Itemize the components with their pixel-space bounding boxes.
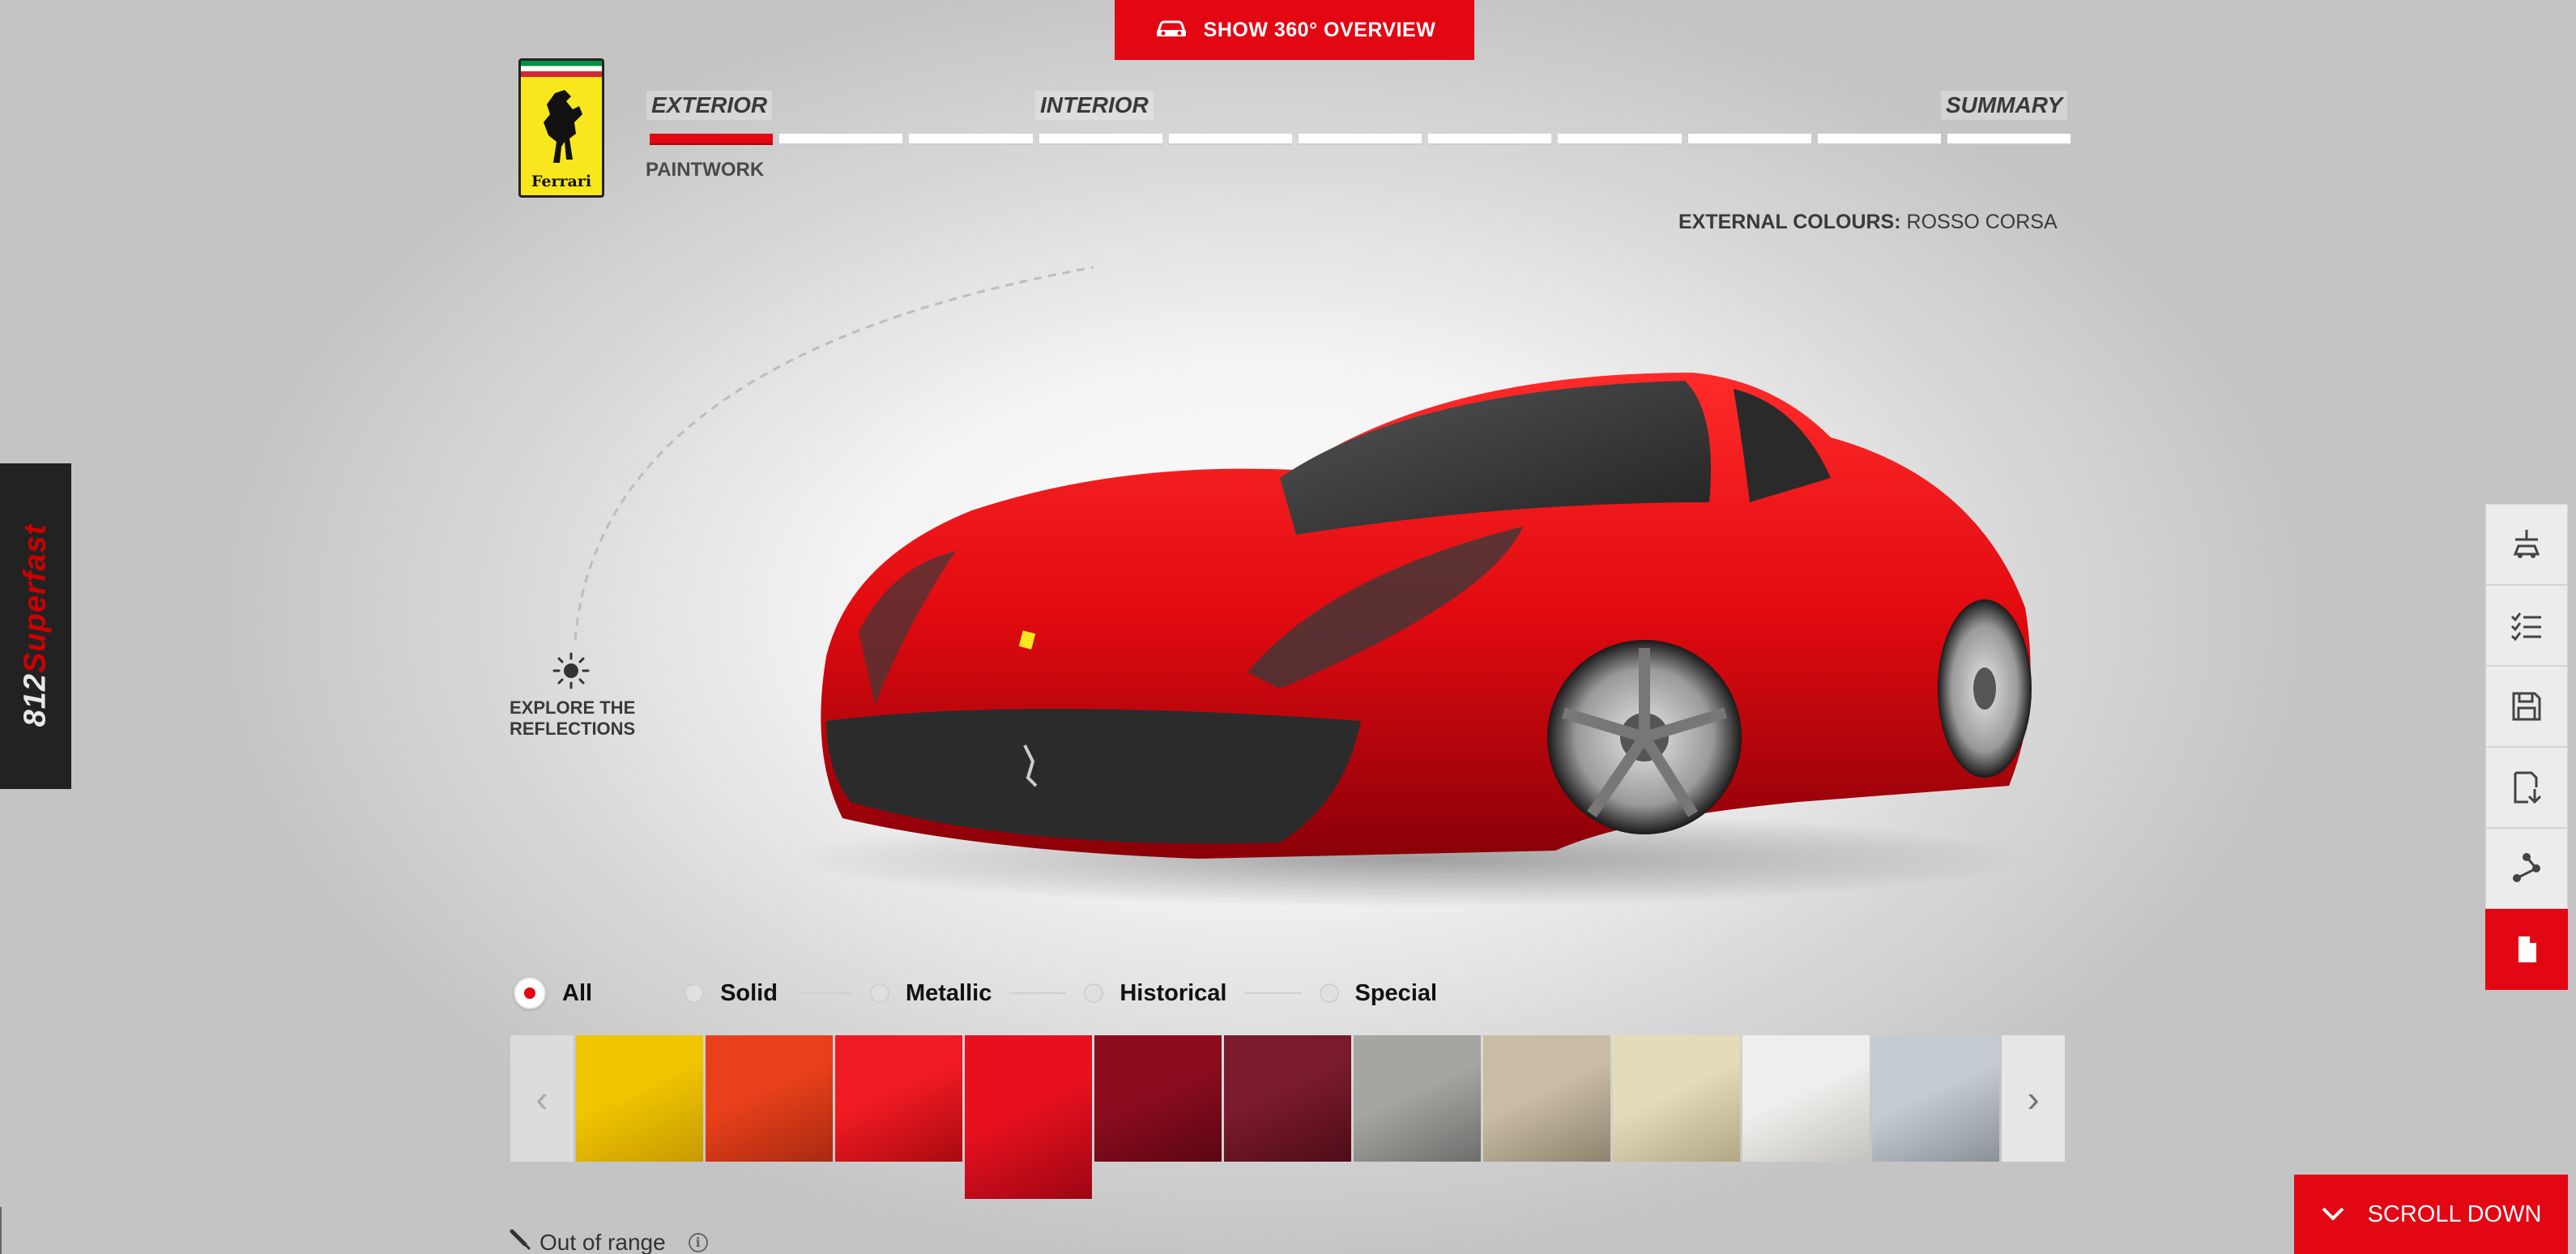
filter-all[interactable]: All bbox=[514, 977, 592, 1009]
chevron-right-icon: › bbox=[2027, 1077, 2040, 1120]
external-colours-readout: EXTERNAL COLOURS: ROSSO CORSA bbox=[1678, 211, 2058, 234]
pdf-summary-button[interactable] bbox=[2485, 909, 2568, 990]
radio-button[interactable] bbox=[685, 983, 705, 1003]
share-icon bbox=[2513, 853, 2540, 882]
filter-label: All bbox=[562, 979, 593, 1006]
model-name-vertical: 812Superfast bbox=[19, 524, 53, 727]
paint-brush-icon bbox=[509, 1228, 531, 1254]
prancing-horse-icon bbox=[544, 90, 582, 163]
overview-button-label: SHOW 360° OVERVIEW bbox=[1203, 18, 1436, 41]
car-icon bbox=[1154, 15, 1189, 45]
colour-swatch[interactable] bbox=[1224, 1035, 1351, 1162]
swatch-prev-button[interactable]: ‹ bbox=[510, 1035, 574, 1162]
share-button[interactable] bbox=[2485, 828, 2568, 909]
progress-segment[interactable] bbox=[1428, 134, 1552, 145]
filter-separator bbox=[1009, 992, 1067, 994]
filter-solid[interactable]: Solid bbox=[685, 980, 778, 1007]
download-icon bbox=[2514, 771, 2542, 804]
save-icon bbox=[2512, 692, 2541, 721]
filter-label: Solid bbox=[720, 979, 778, 1006]
colour-swatch[interactable] bbox=[1872, 1035, 1999, 1162]
filter-label: Historical bbox=[1120, 979, 1227, 1006]
italian-flag-stripe bbox=[521, 61, 602, 77]
out-of-range-label: Out of range bbox=[540, 1229, 666, 1254]
right-toolbar bbox=[2485, 504, 2568, 990]
download-button[interactable] bbox=[2485, 747, 2568, 828]
radio-button[interactable] bbox=[514, 977, 546, 1009]
options-list-button[interactable] bbox=[2485, 585, 2568, 666]
progress-segment[interactable] bbox=[1039, 134, 1162, 145]
colour-swatch-carousel: ‹ › bbox=[510, 1035, 2065, 1199]
car-view-icon bbox=[2513, 530, 2540, 558]
explore-reflections-button[interactable]: EXPLORE THE REFLECTIONS bbox=[510, 651, 647, 740]
page-edge-divider bbox=[0, 1207, 2, 1254]
filter-separator bbox=[795, 992, 852, 994]
scroll-down-button[interactable]: SCROLL DOWN bbox=[2294, 1175, 2568, 1254]
progress-segment[interactable] bbox=[1947, 134, 2071, 145]
checklist-icon bbox=[2510, 612, 2541, 642]
progress-segment[interactable] bbox=[1687, 134, 1811, 145]
chevron-left-icon: ‹ bbox=[535, 1077, 548, 1120]
model-number: 812 bbox=[18, 672, 53, 727]
logo-wordmark: Ferrari bbox=[531, 173, 592, 190]
progress-segment[interactable] bbox=[779, 134, 903, 145]
step-exterior[interactable]: EXTERIOR bbox=[646, 91, 773, 120]
radio-button[interactable] bbox=[1084, 983, 1104, 1003]
current-substep-label: PAINTWORK bbox=[646, 159, 765, 181]
progress-segment[interactable] bbox=[1298, 134, 1422, 145]
filter-separator bbox=[1244, 992, 1302, 994]
colour-swatch[interactable] bbox=[1094, 1035, 1222, 1162]
scroll-down-label: SCROLL DOWN bbox=[2367, 1201, 2542, 1227]
progress-segment[interactable] bbox=[1168, 134, 1292, 145]
colour-swatch[interactable] bbox=[1742, 1035, 1870, 1162]
radio-button[interactable] bbox=[1319, 983, 1339, 1003]
progress-segment[interactable] bbox=[1558, 134, 1682, 145]
configurator-progress-bar bbox=[650, 134, 2071, 147]
colour-swatch[interactable] bbox=[1483, 1035, 1610, 1162]
car-view-button[interactable] bbox=[2485, 504, 2568, 585]
progress-segment[interactable] bbox=[650, 134, 774, 145]
ferrari-logo[interactable]: Ferrari bbox=[518, 58, 604, 198]
progress-segment[interactable] bbox=[1817, 134, 1941, 145]
filter-label: Special bbox=[1354, 979, 1438, 1006]
show-360-overview-button[interactable]: SHOW 360° OVERVIEW bbox=[1115, 0, 1474, 60]
filter-label: Metallic bbox=[905, 979, 992, 1006]
filter-special[interactable]: Special bbox=[1319, 979, 1438, 1007]
car-render-image[interactable] bbox=[778, 365, 2058, 915]
out-of-range-legend: Out of range i bbox=[509, 1228, 708, 1254]
reflections-label: EXPLORE THE REFLECTIONS bbox=[510, 697, 636, 739]
step-summary[interactable]: SUMMARY bbox=[1941, 91, 2068, 120]
swatch-next-button[interactable]: › bbox=[2002, 1035, 2065, 1162]
colour-swatch[interactable] bbox=[835, 1035, 962, 1162]
colour-swatch[interactable] bbox=[1354, 1035, 1481, 1162]
filter-separator bbox=[610, 992, 667, 994]
model-name: Superfast bbox=[18, 523, 53, 673]
info-icon[interactable]: i bbox=[688, 1232, 708, 1252]
filter-historical[interactable]: Historical bbox=[1084, 979, 1227, 1007]
external-colours-label: EXTERNAL COLOURS: bbox=[1678, 211, 1901, 233]
sun-icon bbox=[552, 652, 590, 689]
save-configuration-button[interactable] bbox=[2485, 666, 2568, 747]
colour-swatch[interactable] bbox=[706, 1035, 833, 1162]
model-side-tab[interactable]: 812Superfast bbox=[0, 463, 71, 789]
filter-metallic[interactable]: Metallic bbox=[869, 979, 992, 1007]
progress-segment[interactable] bbox=[909, 134, 1033, 145]
radio-button[interactable] bbox=[869, 983, 889, 1003]
pdf-document-icon bbox=[2518, 936, 2536, 962]
colour-category-filters: All Solid Metallic Historical Special bbox=[514, 977, 1437, 1009]
colour-swatch[interactable] bbox=[1613, 1035, 1740, 1162]
step-interior[interactable]: INTERIOR bbox=[1035, 91, 1154, 120]
colour-swatch[interactable] bbox=[965, 1035, 1092, 1199]
external-colours-value: ROSSO CORSA bbox=[1906, 211, 2058, 233]
colour-swatch[interactable] bbox=[576, 1035, 703, 1162]
chevron-down-icon bbox=[2321, 1201, 2345, 1228]
